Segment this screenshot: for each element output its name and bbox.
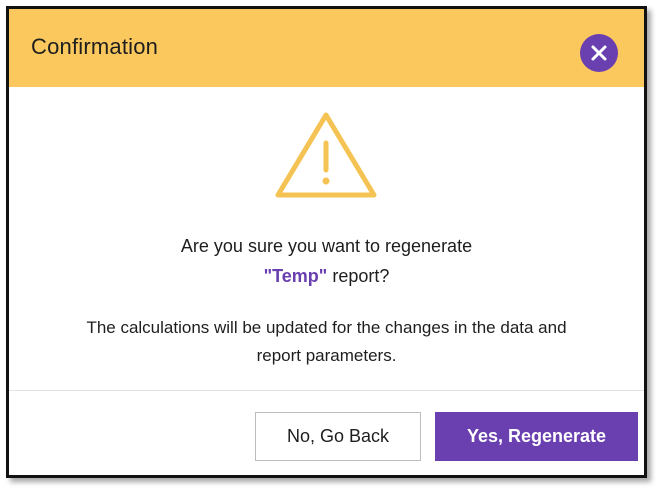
dialog-footer: No, Go Back Yes, Regenerate <box>9 390 644 475</box>
regenerate-button[interactable]: Yes, Regenerate <box>435 412 638 461</box>
warning-triangle-icon <box>275 112 377 198</box>
details-line-1: The calculations will be updated for the… <box>86 318 567 337</box>
confirmation-dialog: Confirmation Are you sure you want to re… <box>6 6 647 478</box>
question-line-2: "Temp" report? <box>9 261 644 291</box>
close-icon <box>591 45 607 61</box>
question-line-1: Are you sure you want to regenerate <box>180 236 473 256</box>
details-line-2: report parameters. <box>256 346 397 365</box>
dialog-header: Confirmation <box>9 9 644 87</box>
report-name: "Temp" <box>263 266 328 286</box>
confirmation-question: Are you sure you want to regenerate "Tem… <box>9 231 644 291</box>
dialog-title: Confirmation <box>31 34 159 59</box>
confirmation-details: The calculations will be updated for the… <box>9 314 644 370</box>
go-back-button[interactable]: No, Go Back <box>255 412 421 461</box>
question-suffix: report? <box>327 266 390 286</box>
close-button[interactable] <box>580 34 618 72</box>
